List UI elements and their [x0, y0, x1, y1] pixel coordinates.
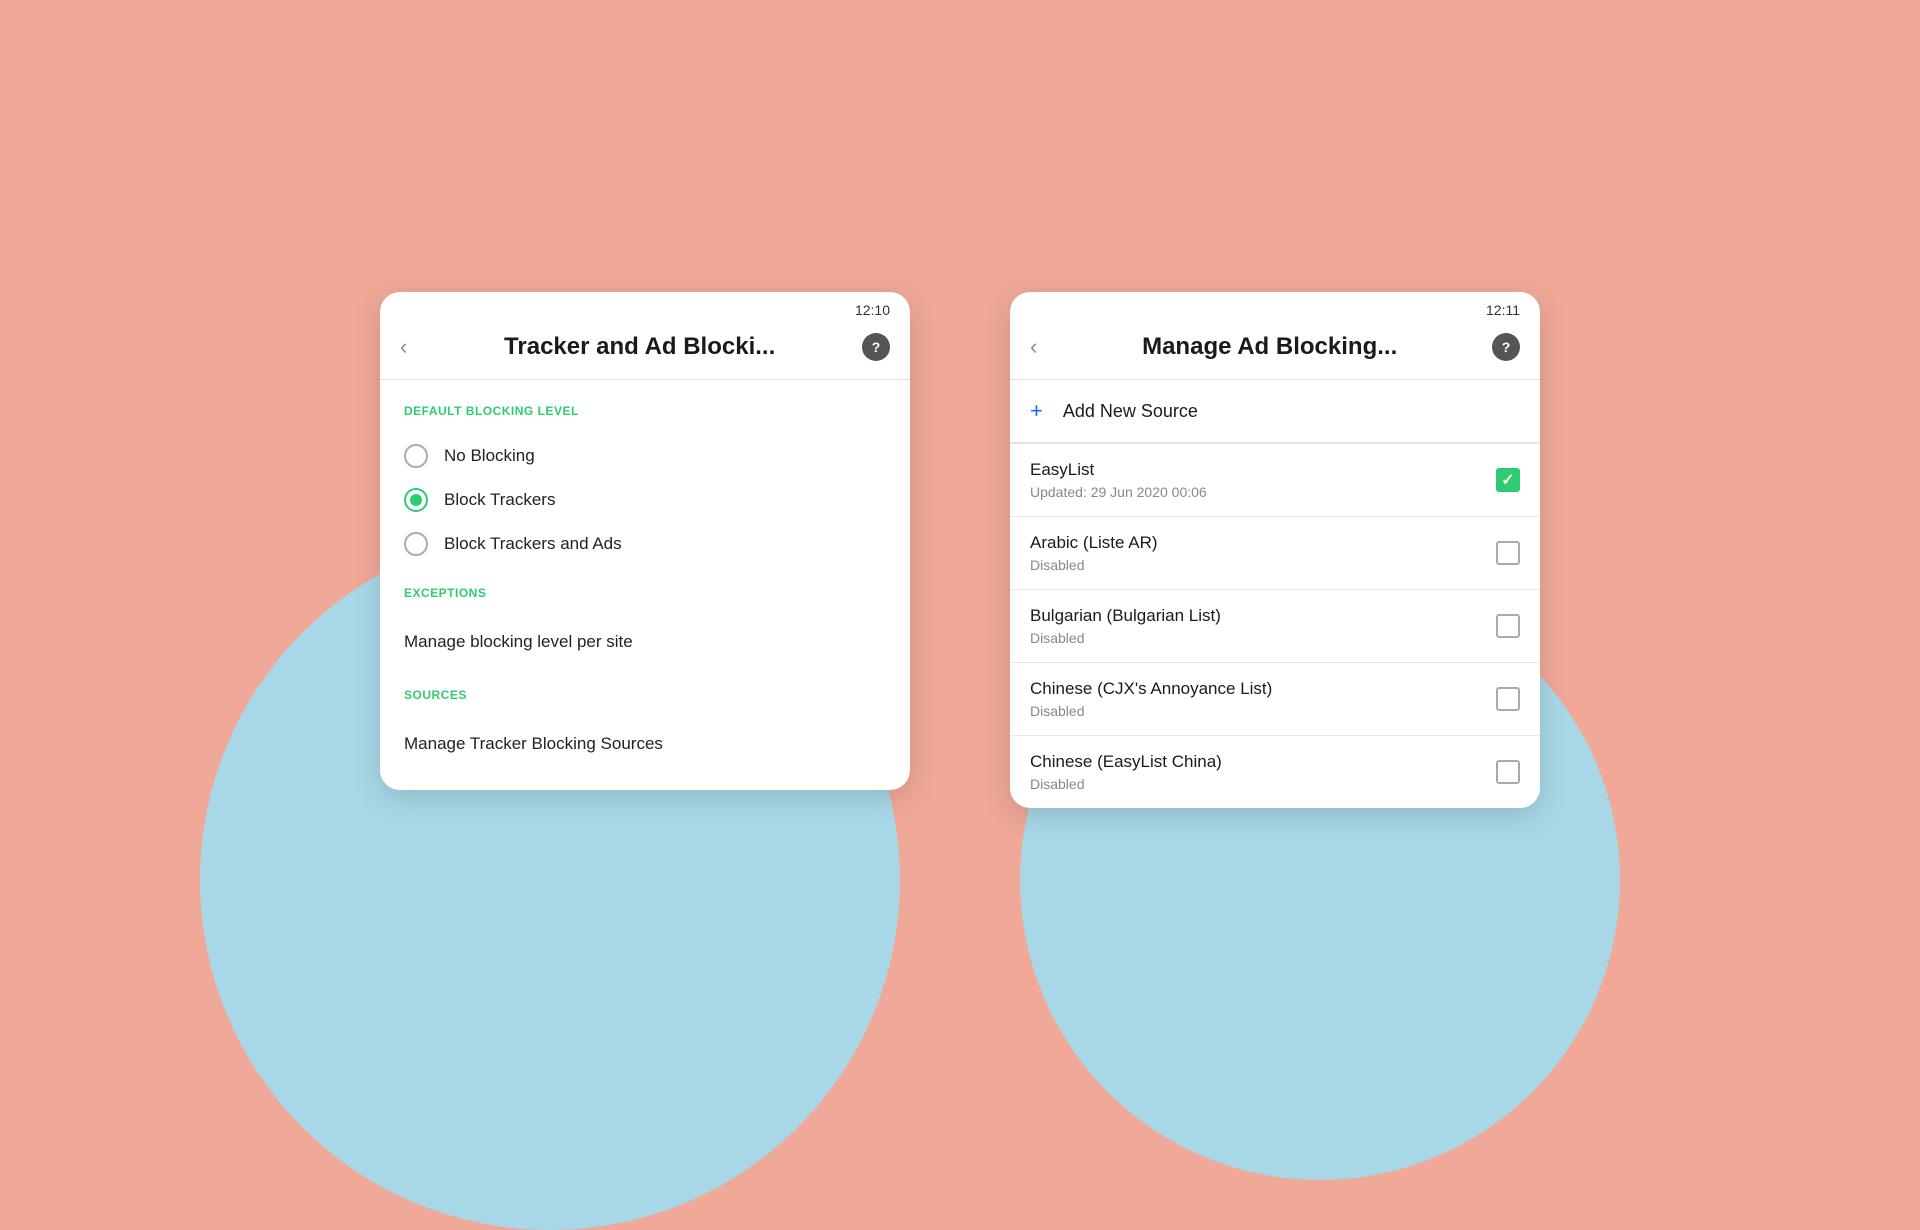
manage-sources-item[interactable]: Manage Tracker Blocking Sources — [404, 718, 886, 770]
right-time: 12:11 — [1486, 302, 1520, 318]
block-trackers-ads-label: Block Trackers and Ads — [444, 534, 622, 554]
easylist-status: Updated: 29 Jun 2020 00:06 — [1030, 484, 1496, 500]
block-trackers-ads-option[interactable]: Block Trackers and Ads — [404, 522, 886, 566]
arabic-status: Disabled — [1030, 557, 1496, 573]
left-time: 12:10 — [855, 302, 890, 318]
easylist-info: EasyList Updated: 29 Jun 2020 00:06 — [1030, 460, 1496, 500]
easylist-item[interactable]: EasyList Updated: 29 Jun 2020 00:06 — [1010, 443, 1540, 516]
exceptions-section: EXCEPTIONS Manage blocking level per sit… — [404, 586, 886, 668]
block-trackers-ads-radio[interactable] — [404, 532, 428, 556]
block-trackers-label: Block Trackers — [444, 490, 555, 510]
no-blocking-radio[interactable] — [404, 444, 428, 468]
bulgarian-item[interactable]: Bulgarian (Bulgarian List) Disabled — [1010, 589, 1540, 662]
chinese-cjx-item[interactable]: Chinese (CJX's Annoyance List) Disabled — [1010, 662, 1540, 735]
chinese-easylist-status: Disabled — [1030, 776, 1496, 792]
left-phone-screen: 12:10 ‹ Tracker and Ad Blocki... ? DEFAU… — [380, 292, 910, 790]
right-help-button[interactable]: ? — [1492, 333, 1520, 361]
chinese-cjx-info: Chinese (CJX's Annoyance List) Disabled — [1030, 679, 1496, 719]
left-status-bar: 12:10 — [380, 292, 910, 323]
no-blocking-label: No Blocking — [444, 446, 535, 466]
right-screen-header: ‹ Manage Ad Blocking... ? — [1010, 323, 1540, 379]
exceptions-label: EXCEPTIONS — [404, 586, 886, 600]
easylist-name: EasyList — [1030, 460, 1496, 480]
chinese-easylist-info: Chinese (EasyList China) Disabled — [1030, 752, 1496, 792]
chinese-cjx-checkbox[interactable] — [1496, 687, 1520, 711]
left-screen-content: DEFAULT BLOCKING LEVEL No Blocking Block… — [380, 380, 910, 790]
manage-blocking-item[interactable]: Manage blocking level per site — [404, 616, 886, 668]
screens-container: 12:10 ‹ Tracker and Ad Blocki... ? DEFAU… — [380, 272, 1540, 808]
right-status-bar: 12:11 — [1010, 292, 1540, 323]
blocking-level-label: DEFAULT BLOCKING LEVEL — [404, 404, 886, 418]
left-help-button[interactable]: ? — [862, 333, 890, 361]
bulgarian-info: Bulgarian (Bulgarian List) Disabled — [1030, 606, 1496, 646]
right-header-title: Manage Ad Blocking... — [1047, 333, 1492, 361]
sources-label: SOURCES — [404, 688, 886, 702]
bulgarian-status: Disabled — [1030, 630, 1496, 646]
block-trackers-radio[interactable] — [404, 488, 428, 512]
add-new-source-label: Add New Source — [1063, 401, 1198, 422]
arabic-item[interactable]: Arabic (Liste AR) Disabled — [1010, 516, 1540, 589]
chinese-cjx-status: Disabled — [1030, 703, 1496, 719]
chinese-easylist-item[interactable]: Chinese (EasyList China) Disabled — [1010, 735, 1540, 808]
plus-icon: + — [1030, 398, 1043, 424]
add-new-source-button[interactable]: + Add New Source — [1010, 380, 1540, 442]
left-screen-header: ‹ Tracker and Ad Blocki... ? — [380, 323, 910, 379]
bulgarian-name: Bulgarian (Bulgarian List) — [1030, 606, 1496, 626]
bulgarian-checkbox[interactable] — [1496, 614, 1520, 638]
left-header-title: Tracker and Ad Blocki... — [417, 333, 862, 361]
chinese-easylist-name: Chinese (EasyList China) — [1030, 752, 1496, 772]
chinese-easylist-checkbox[interactable] — [1496, 760, 1520, 784]
no-blocking-option[interactable]: No Blocking — [404, 434, 886, 478]
sources-section: SOURCES Manage Tracker Blocking Sources — [404, 688, 886, 770]
block-trackers-option[interactable]: Block Trackers — [404, 478, 886, 522]
right-phone-screen: 12:11 ‹ Manage Ad Blocking... ? + Add Ne… — [1010, 292, 1540, 808]
left-back-button[interactable]: ‹ — [400, 334, 407, 360]
arabic-checkbox[interactable] — [1496, 541, 1520, 565]
chinese-cjx-name: Chinese (CJX's Annoyance List) — [1030, 679, 1496, 699]
right-back-button[interactable]: ‹ — [1030, 334, 1037, 360]
arabic-info: Arabic (Liste AR) Disabled — [1030, 533, 1496, 573]
easylist-checkbox[interactable] — [1496, 468, 1520, 492]
arabic-name: Arabic (Liste AR) — [1030, 533, 1496, 553]
